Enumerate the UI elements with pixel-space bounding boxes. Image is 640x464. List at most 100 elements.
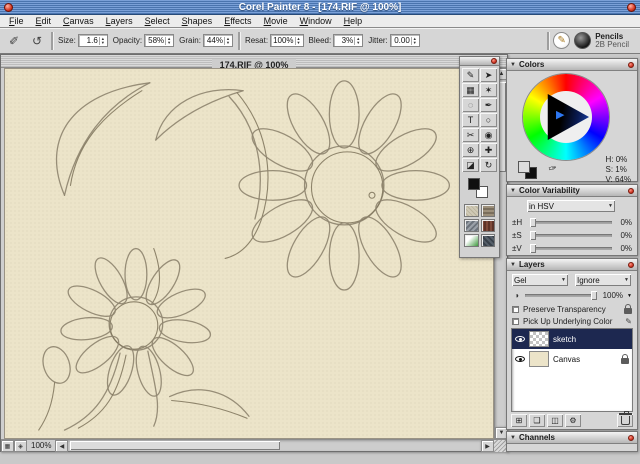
pickup-underlying-checkbox[interactable] [512,318,519,325]
shape-tool[interactable]: ○ [480,113,497,127]
scroll-left-icon[interactable]: ◀ [55,440,68,452]
menu-canvas[interactable]: Canvas [57,15,100,27]
look-selector[interactable] [464,219,479,232]
crop-tool[interactable]: ▦ [462,83,479,97]
pen-tool[interactable]: ✒ [480,98,497,112]
resat-input[interactable]: 100% ▲▼ [270,34,303,47]
text-tool[interactable]: T [462,113,479,127]
menu-select[interactable]: Select [139,15,176,27]
main-color-swatch[interactable] [468,178,480,190]
chevron-down-icon[interactable]: ▼ [627,293,632,299]
nozzle-selector[interactable] [481,234,496,247]
magnifier-tool[interactable]: ⊕ [462,143,479,157]
jitter-stepper[interactable]: ▲▼ [411,37,418,45]
layers-close-icon[interactable] [628,262,634,268]
eyedropper-icon[interactable]: ✑ [547,162,562,179]
colors-close-icon[interactable] [628,62,634,68]
menu-window[interactable]: Window [294,15,338,27]
close-icon[interactable] [4,3,13,12]
dropper-tool[interactable]: ◉ [480,128,497,142]
brush-dab-preview-icon[interactable] [574,32,591,49]
value-variability-slider[interactable] [530,247,612,250]
magic-wand-tool[interactable]: ✶ [480,83,497,97]
composite-method-select[interactable]: Gel ▼ [512,274,568,286]
preserve-transparency-checkbox[interactable] [512,306,519,313]
saturation-variability-slider[interactable] [530,234,612,237]
paper-selector[interactable] [464,204,479,217]
brush-tool[interactable]: ✎ [462,68,479,82]
composite-depth-select[interactable]: Ignore ▼ [575,274,631,286]
document-titlebar[interactable]: 174.RIF @ 100% [1,55,507,68]
variability-close-icon[interactable] [628,188,634,194]
horizontal-scroll-track[interactable] [68,440,481,451]
size-input[interactable]: 1.6 ▲▼ [78,34,108,47]
resat-stepper[interactable]: ▲▼ [295,37,302,45]
menu-edit[interactable]: Edit [30,15,58,27]
canvas-area[interactable] [4,68,494,439]
scroll-right-icon[interactable]: ▶ [481,440,494,452]
variability-header[interactable]: ▼ Color Variability [507,185,637,197]
rotate-page-tool[interactable]: ↻ [480,158,497,172]
slider-thumb[interactable] [530,231,536,240]
menu-movie[interactable]: Movie [258,15,294,27]
disclosure-icon[interactable]: ▼ [510,62,516,68]
layer-commands-button[interactable]: ⊞ [511,414,527,427]
menu-help[interactable]: Help [338,15,369,27]
lasso-tool[interactable]: ◌ [462,98,479,112]
page-view-button[interactable]: ▦ [1,440,14,452]
slider-thumb[interactable] [530,218,536,227]
visibility-eye-icon[interactable] [515,356,525,362]
layer-row-canvas[interactable]: Canvas [512,349,632,369]
slider-thumb[interactable] [591,291,597,300]
primary-color-swatch[interactable] [518,161,530,173]
disclosure-icon[interactable]: ▼ [510,262,516,268]
menu-layers[interactable]: Layers [100,15,139,27]
variability-mode-select[interactable]: in HSV ▼ [527,200,615,212]
delete-layer-button[interactable] [617,414,633,427]
opacity-stepper[interactable]: ▲▼ [165,37,172,45]
layer-row-sketch[interactable]: sketch [512,329,632,349]
grain-input[interactable]: 44% ▲▼ [203,34,233,47]
new-watercolor-layer-button[interactable]: ◫ [547,414,563,427]
hue-ring[interactable]: ▶ [523,74,609,160]
brush-selector[interactable]: ✎ Pencils 2B Pencil [547,32,635,50]
layer-opacity-slider[interactable] [525,294,597,297]
bleed-input[interactable]: 3% ▲▼ [333,34,363,47]
grabber-tool[interactable]: ✚ [480,143,497,157]
weave-selector[interactable] [481,219,496,232]
size-stepper[interactable]: ▲▼ [99,37,106,45]
tracker-icon[interactable]: ↺ [28,32,46,50]
scissors-tool[interactable]: ✂ [462,128,479,142]
pattern-selector[interactable] [481,204,496,217]
slider-thumb[interactable] [530,244,536,253]
colors-header[interactable]: ▼ Colors [507,59,637,71]
brush-category-icon[interactable]: ✎ [553,32,570,49]
zoom-window-icon[interactable] [627,3,636,12]
main-additional-colors[interactable] [460,174,499,202]
disclosure-icon[interactable]: ▼ [510,435,516,441]
navigator-button[interactable]: ◈ [14,440,27,452]
paint-bucket-tool[interactable]: ◪ [462,158,479,172]
horizontal-scroll-thumb[interactable] [70,441,280,450]
menu-shapes[interactable]: Shapes [176,15,219,27]
layer-adjuster-tool[interactable]: ➤ [480,68,497,82]
jitter-input[interactable]: 0.00 ▲▼ [390,34,420,47]
menu-effects[interactable]: Effects [218,15,257,27]
gradient-selector[interactable] [464,234,479,247]
opacity-input[interactable]: 58% ▲▼ [144,34,174,47]
hue-variability-slider[interactable] [530,221,612,224]
layers-header[interactable]: ▼ Layers [507,259,637,271]
toolbox-header[interactable] [460,57,499,66]
brush-stroke-icon[interactable]: ✐ [5,32,23,50]
visibility-eye-icon[interactable] [515,336,525,342]
sv-cursor-icon[interactable]: ▶ [556,110,564,121]
toolbox-close-icon[interactable] [491,58,497,64]
new-layer-button[interactable]: ❑ [529,414,545,427]
menu-file[interactable]: File [3,15,30,27]
dynamic-plugins-button[interactable]: ⚙ [565,414,581,427]
channels-header[interactable]: ▼ Channels [507,432,637,444]
bleed-stepper[interactable]: ▲▼ [354,37,361,45]
channels-close-icon[interactable] [628,435,634,441]
grain-stepper[interactable]: ▲▼ [224,37,231,45]
disclosure-icon[interactable]: ▼ [510,188,516,194]
